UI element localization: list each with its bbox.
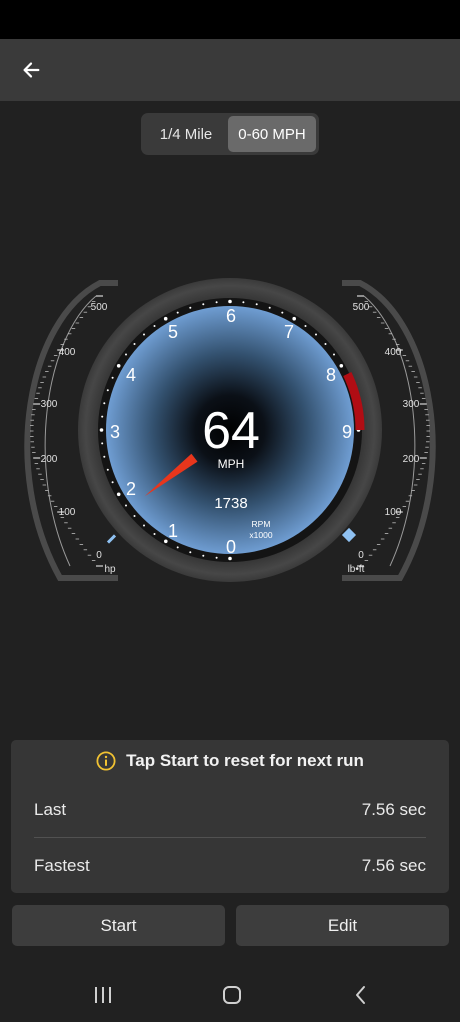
dial-tick [215,556,218,559]
mode-segmented-control: 1/4 Mile 0-60 MPH [141,113,319,155]
dial-tick [153,533,156,535]
dial-tick [143,333,145,336]
dial-number-2: 2 [126,479,136,499]
tab-quarter-mile[interactable]: 1/4 Mile [144,116,228,152]
panel-header: Tap Start to reset for next run [11,740,449,782]
dial-tick [111,376,114,379]
dial-tick [101,415,104,418]
status-bar [0,0,460,39]
dial-tick [315,333,317,336]
dial-tick [304,325,307,327]
dial-tick [106,468,109,471]
result-row-fastest: Fastest 7.56 sec [34,838,426,894]
dial-tick [133,515,136,517]
dial-tick [99,428,104,432]
info-icon [96,751,116,771]
result-value: 7.56 sec [361,856,426,875]
start-button[interactable]: Start [12,905,225,946]
dial-tick [189,551,192,554]
dial-tick [176,546,179,549]
edit-button[interactable]: Edit [236,905,449,946]
dial-tick [106,389,109,392]
right-scale-label-300: 300 [403,399,420,410]
result-label: Last [34,800,67,819]
back-button[interactable] [14,54,48,86]
reset-hint-text: Tap Start to reset for next run [126,751,364,770]
dial-tick [228,556,232,561]
dial-number-5: 5 [168,322,178,342]
nav-back-button[interactable] [336,978,386,1012]
dial-tick [116,364,121,368]
dial-tick [333,353,335,356]
dial-number-4: 4 [126,365,136,385]
rpm-multiplier: x1000 [249,530,272,540]
recents-icon [95,987,111,1003]
left-scale-unit: hp [104,564,116,575]
dial-number-1: 1 [168,521,178,541]
home-icon [223,986,241,1004]
dial-tick [153,325,156,327]
dial-tick [339,364,344,368]
right-scale-label-400: 400 [385,347,402,358]
left-scale-label-500: 500 [91,302,108,313]
app-bar [0,39,460,101]
dial-number-7: 7 [284,322,294,342]
dial-tick [324,343,327,345]
speed-unit: MPH [218,457,245,471]
dial-tick [176,311,179,314]
hp-level-marker [106,534,117,544]
dial-tick [163,316,168,321]
right-scale-label-200: 200 [403,454,420,465]
run-results-panel: Tap Start to reset for next run Last 7.5… [11,740,449,893]
dial-number-0: 0 [226,537,236,557]
left-scale-label-100: 100 [59,507,76,518]
dial-tick [101,442,104,445]
dial-tick [143,524,145,527]
dial-number-3: 3 [110,422,120,442]
left-scale-label-0: 0 [96,550,102,561]
dial-tick [116,492,121,497]
dial-number-6: 6 [226,306,236,326]
rpm-unit: RPM [252,519,271,529]
dial-tick [103,455,106,458]
dial-tick [242,301,245,304]
dial-tick [202,554,205,557]
dial-tick [281,311,284,314]
tab-zero-to-sixty[interactable]: 0-60 MPH [228,116,316,152]
right-scale-label-500: 500 [353,302,370,313]
chevron-left-icon [356,986,365,1004]
dial-number-8: 8 [326,365,336,385]
left-scale-label-200: 200 [41,454,58,465]
recents-button[interactable] [78,978,128,1012]
dial-tick [125,504,127,507]
dial-tick [292,316,297,321]
dial-tick [133,343,136,345]
system-nav-bar [0,968,460,1022]
dial-number-9: 9 [342,422,352,442]
right-scale-unit: lb•ft [348,564,365,575]
result-label: Fastest [34,856,90,875]
dial-tick [202,303,205,306]
result-value: 7.56 sec [361,800,426,819]
dial-tick [255,303,258,306]
gauge-cluster: 500 400 300 200 100 0 hp 500 400 300 200… [24,278,436,582]
dial-tick [268,306,271,309]
rpm-readout: 1738 [214,495,247,512]
dial-tick [103,402,106,405]
result-row-last: Last 7.56 sec [34,782,426,838]
left-scale-label-400: 400 [59,347,76,358]
dial-tick [228,299,232,304]
arrow-left-icon [23,62,40,78]
dial-tick [111,481,114,484]
dial-tick [215,301,218,304]
right-scale-label-100: 100 [385,507,402,518]
home-button[interactable] [207,978,257,1012]
right-scale-label-0: 0 [358,550,364,561]
dial-tick [189,306,192,309]
left-scale-label-300: 300 [41,399,58,410]
speed-readout: 64 [202,402,260,460]
dial-tick [125,353,127,356]
